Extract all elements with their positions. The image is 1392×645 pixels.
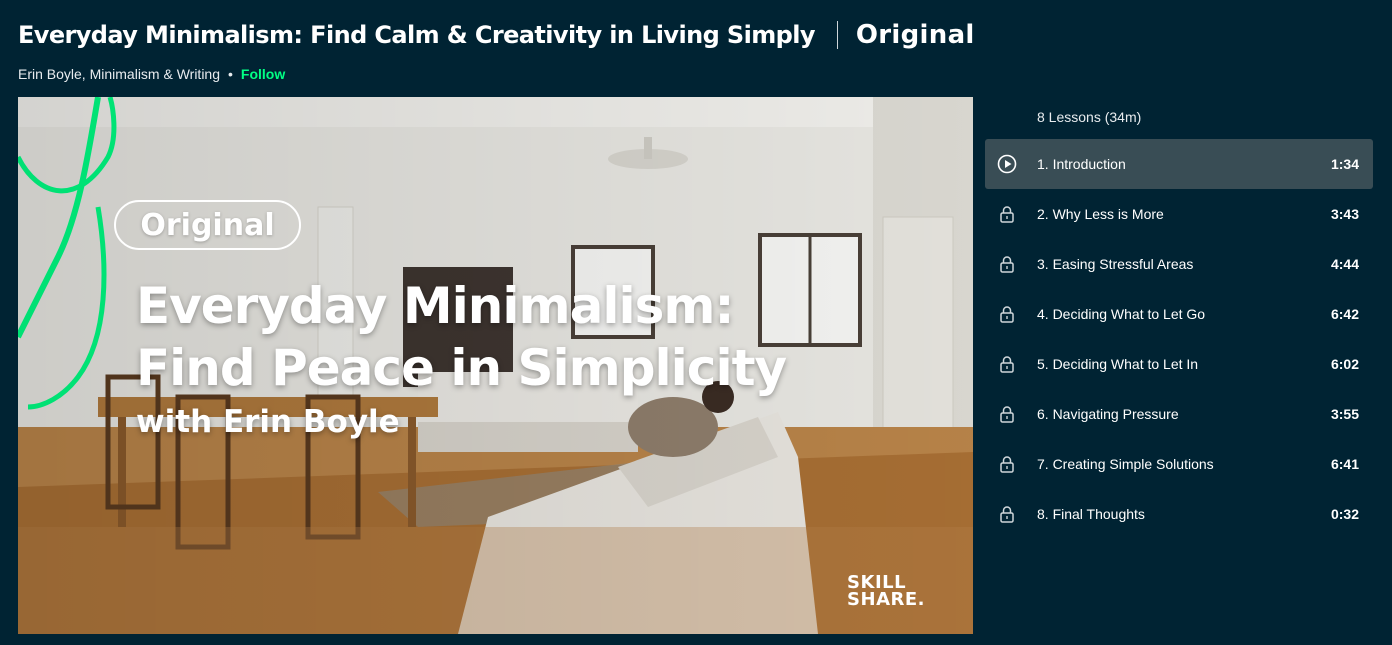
lesson-item[interactable]: 3. Easing Stressful Areas 4:44 (985, 239, 1373, 289)
course-title: Everyday Minimalism: Find Calm & Creativ… (18, 21, 816, 49)
lesson-title: 6. Navigating Pressure (1037, 406, 1179, 422)
lock-icon (997, 304, 1017, 324)
lesson-duration: 3:55 (1330, 406, 1359, 422)
lock-icon (997, 454, 1017, 474)
lock-icon (997, 254, 1017, 274)
lesson-list: 8 Lessons (34m) 1. Introduction 1:34 2. Wh… (985, 97, 1373, 539)
play-icon (997, 154, 1017, 174)
original-label: Original (855, 20, 975, 50)
lock-icon (997, 404, 1017, 424)
lesson-title: 5. Deciding What to Let In (1037, 356, 1199, 372)
skillshare-logo: SKILL SHARE. (847, 574, 925, 610)
follow-button[interactable]: Follow (241, 66, 285, 82)
lesson-duration: 1:34 (1330, 156, 1359, 172)
lock-icon (997, 504, 1017, 524)
lesson-item[interactable]: 8. Final Thoughts 0:32 (985, 489, 1373, 539)
lesson-item[interactable]: 5. Deciding What to Let In 6:02 (985, 339, 1373, 389)
lesson-title: 8. Final Thoughts (1037, 506, 1145, 522)
video-subtitle: with Erin Boyle (136, 404, 400, 440)
logo-line-2: SHARE. (847, 589, 925, 610)
video-player[interactable]: Original Everyday Minimalism: Find Peace… (18, 97, 973, 634)
original-badge: Original (114, 200, 301, 250)
lesson-item[interactable]: 7. Creating Simple Solutions 6:41 (985, 439, 1373, 489)
meta-separator: • (228, 66, 233, 82)
lesson-title: 1. Introduction (1037, 156, 1126, 172)
lessons-count: 8 Lessons (34m) (1037, 109, 1142, 125)
lesson-duration: 3:43 (1330, 206, 1359, 222)
lesson-item[interactable]: 6. Navigating Pressure 3:55 (985, 389, 1373, 439)
lesson-item[interactable]: 2. Why Less is More 3:43 (985, 189, 1373, 239)
lesson-duration: 4:44 (1330, 256, 1359, 272)
lesson-duration: 6:42 (1330, 306, 1359, 322)
video-title-line-2: Find Peace in Simplicity (136, 339, 787, 397)
title-row: Everyday Minimalism: Find Calm & Creativ… (18, 18, 1372, 52)
lesson-item[interactable]: 1. Introduction 1:34 (985, 139, 1373, 189)
lesson-duration: 0:32 (1330, 506, 1359, 522)
lesson-duration: 6:41 (1330, 456, 1359, 472)
teacher-name[interactable]: Erin Boyle, Minimalism & Writing (18, 66, 220, 82)
lesson-item[interactable]: 4. Deciding What to Let Go 6:42 (985, 289, 1373, 339)
lock-icon (997, 354, 1017, 374)
lock-icon (997, 204, 1017, 224)
lesson-duration: 6:02 (1330, 356, 1359, 372)
title-divider (836, 21, 838, 49)
lesson-title: 2. Why Less is More (1037, 206, 1164, 222)
course-header: Everyday Minimalism: Find Calm & Creativ… (18, 18, 1372, 82)
lesson-title: 7. Creating Simple Solutions (1037, 456, 1214, 472)
video-title-line-1: Everyday Minimalism: (136, 277, 735, 335)
video-title: Everyday Minimalism: Find Peace in Simpl… (136, 275, 856, 399)
lesson-title: 4. Deciding What to Let Go (1037, 306, 1206, 322)
teacher-meta: Erin Boyle, Minimalism & Writing • Follo… (18, 66, 1372, 82)
lesson-title: 3. Easing Stressful Areas (1037, 256, 1194, 272)
lesson-rows: 1. Introduction 1:34 2. Why Less is More 3:… (985, 139, 1373, 539)
